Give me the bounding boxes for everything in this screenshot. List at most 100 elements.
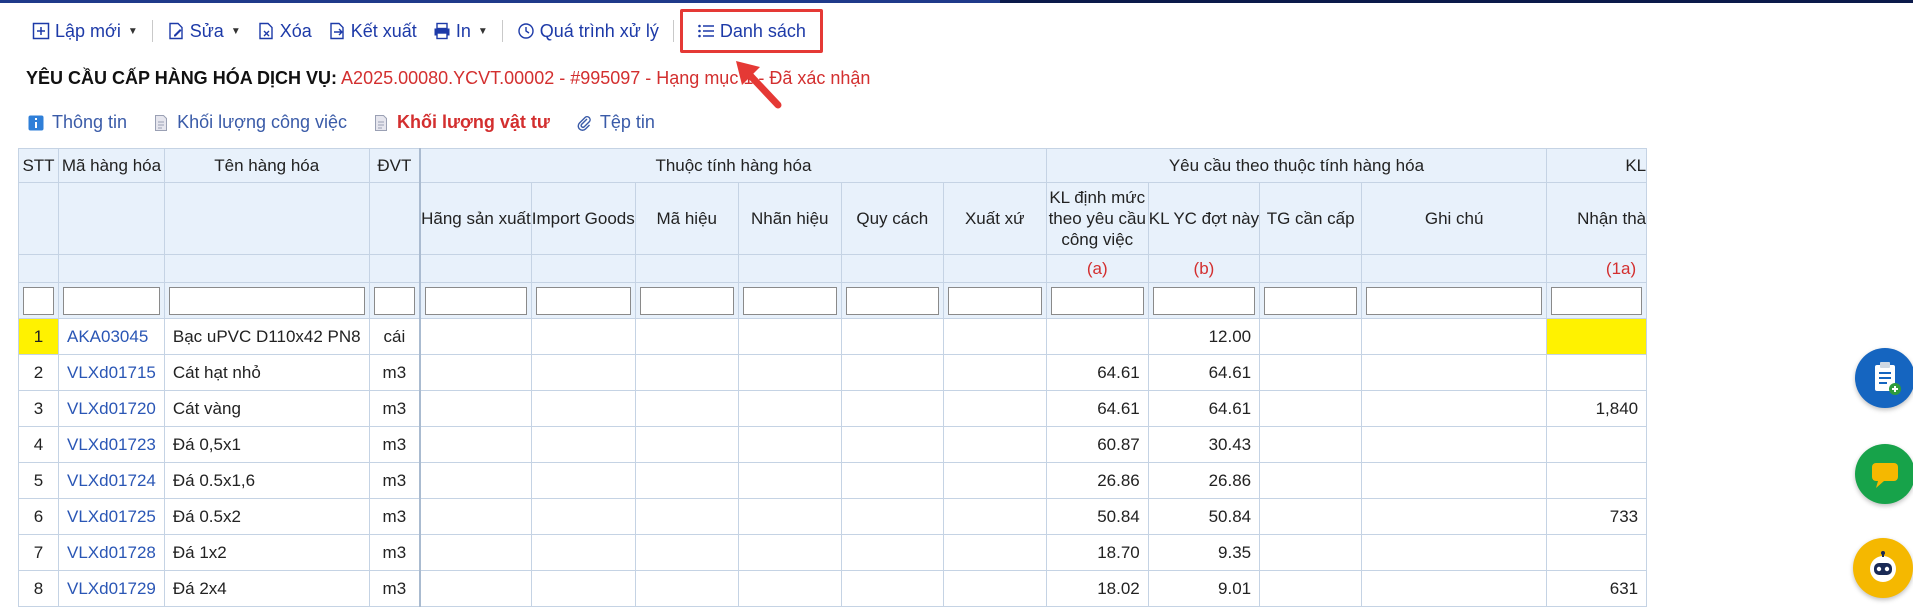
header-group-requirements: Yêu cầu theo thuộc tính hàng hóa	[1045, 148, 1548, 183]
print-button[interactable]: In ▼	[425, 14, 496, 48]
cell-model	[634, 390, 739, 427]
header-blank	[840, 254, 944, 283]
cell-code[interactable]: VLXd01728	[58, 534, 165, 571]
header-model: Mã hiệu	[634, 182, 739, 255]
filter-cell	[530, 282, 636, 319]
process-history-button[interactable]: Quá trình xử lý	[509, 14, 667, 48]
cell-received: 631	[1546, 570, 1648, 607]
table-row[interactable]: 7 VLXd01728 Đá 1x2 m3 18.70 9.35	[18, 534, 1648, 571]
cell-received	[1546, 426, 1648, 463]
tab-work-volume[interactable]: Khối lượng công việc	[153, 112, 347, 133]
cell-brand	[737, 354, 842, 391]
filter-note-input[interactable]	[1366, 286, 1543, 315]
filter-kl-req-input[interactable]	[1152, 286, 1256, 315]
cell-code[interactable]: VLXd01720	[58, 390, 165, 427]
chat-button[interactable]	[1855, 444, 1913, 504]
cell-brand	[737, 426, 842, 463]
cell-origin	[942, 354, 1047, 391]
cell-import-goods	[530, 570, 636, 607]
filter-kl-norm-input[interactable]	[1050, 286, 1144, 315]
cell-note	[1361, 462, 1548, 499]
filter-cell	[163, 282, 370, 319]
table-row[interactable]: 8 VLXd01729 Đá 2x4 m3 18.02 9.01 631	[18, 570, 1648, 607]
print-label: In	[455, 20, 471, 41]
table-row[interactable]: 3 VLXd01720 Cát vàng m3 64.61 64.61 1,840	[18, 390, 1648, 427]
cell-tg	[1259, 462, 1363, 499]
paperclip-icon	[577, 115, 591, 131]
table-row[interactable]: 1 AKA03045 Bạc uPVC D110x42 PN8 cái 12.00	[18, 318, 1648, 355]
cell-unit: m3	[368, 390, 422, 427]
filter-unit-input[interactable]	[373, 286, 416, 315]
toolbar: Lập mới ▼ Sửa ▼ Xóa Kết xuất In ▼ Quá trình…	[24, 9, 823, 53]
cell-kl-norm: 64.61	[1045, 390, 1149, 427]
header-origin: Xuất xứ	[942, 182, 1047, 255]
tab-work-volume-label: Khối lượng công việc	[177, 112, 348, 132]
cell-code[interactable]: AKA03045	[58, 318, 165, 355]
cell-spec	[840, 498, 944, 535]
filter-cell	[634, 282, 739, 319]
cell-spec	[840, 534, 944, 571]
filter-cell	[737, 282, 842, 319]
cell-code[interactable]: VLXd01715	[58, 354, 165, 391]
table-row[interactable]: 6 VLXd01725 Đá 0.5x2 m3 50.84 50.84 733	[18, 498, 1648, 535]
table-row[interactable]: 2 VLXd01715 Cát hạt nhỏ m3 64.61 64.61	[18, 354, 1648, 391]
cell-manufacturer	[419, 318, 532, 355]
header-spec: Quy cách	[840, 182, 944, 255]
cell-model	[634, 318, 739, 355]
cell-note	[1361, 426, 1548, 463]
tab-info-label: Thông tin	[52, 112, 128, 132]
tab-material-volume[interactable]: Khối lượng vật tư	[373, 112, 550, 133]
export-icon	[330, 22, 344, 40]
cell-manufacturer	[419, 570, 532, 607]
cell-stt: 4	[18, 426, 59, 463]
filter-origin-input[interactable]	[947, 286, 1042, 315]
new-button[interactable]: Lập mới ▼	[24, 14, 146, 48]
filter-spec-input[interactable]	[845, 286, 939, 315]
document-icon	[155, 114, 168, 131]
filter-manufacturer-input[interactable]	[425, 286, 527, 315]
tab-files[interactable]: Tệp tin	[576, 112, 655, 133]
header-blank	[58, 182, 165, 255]
clipboard-add-button[interactable]	[1855, 348, 1913, 408]
cell-code[interactable]: VLXd01725	[58, 498, 165, 535]
filter-code-input[interactable]	[63, 286, 160, 315]
cell-name: Cát vàng	[163, 390, 370, 427]
filter-tg-input[interactable]	[1264, 286, 1358, 315]
edit-button[interactable]: Sửa ▼	[159, 14, 249, 48]
filter-name-input[interactable]	[168, 286, 365, 315]
cell-code[interactable]: VLXd01724	[58, 462, 165, 499]
filter-model-input[interactable]	[639, 286, 734, 315]
export-button[interactable]: Kết xuất	[320, 14, 425, 48]
cell-received	[1546, 462, 1648, 499]
header-blank	[942, 254, 1047, 283]
cell-stt: 2	[18, 354, 59, 391]
header-code: Mã hàng hóa	[58, 148, 165, 183]
list-label: Danh sách	[719, 20, 806, 41]
delete-button[interactable]: Xóa	[249, 14, 320, 48]
list-button[interactable]: Danh sách	[679, 9, 823, 53]
filter-stt-input[interactable]	[23, 286, 54, 315]
cell-code[interactable]: VLXd01723	[58, 426, 165, 463]
tab-info[interactable]: Thông tin	[28, 112, 127, 133]
process-label: Quá trình xử lý	[539, 20, 659, 41]
header-blank	[18, 254, 59, 283]
cell-name: Đá 0.5x2	[163, 498, 370, 535]
cell-kl-norm: 64.61	[1045, 354, 1149, 391]
cell-spec	[840, 318, 944, 355]
cell-note	[1361, 498, 1548, 535]
robot-assistant-button[interactable]	[1853, 538, 1913, 598]
grid-body: 1 AKA03045 Bạc uPVC D110x42 PN8 cái 12.00 2 VL…	[18, 318, 1648, 607]
header-blank	[1361, 254, 1548, 283]
filter-cell	[1546, 282, 1648, 319]
chevron-down-icon: ▼	[127, 25, 138, 37]
table-row[interactable]: 4 VLXd01723 Đá 0,5x1 m3 60.87 30.43	[18, 426, 1648, 463]
filter-received-input[interactable]	[1551, 286, 1643, 315]
filter-brand-input[interactable]	[742, 286, 837, 315]
cell-code[interactable]: VLXd01729	[58, 570, 165, 607]
table-row[interactable]: 5 VLXd01724 Đá 0.5x1,6 m3 26.86 26.86	[18, 462, 1648, 499]
filter-cell	[58, 282, 165, 319]
header-mark-a: (a)	[1045, 254, 1149, 283]
cell-import-goods	[530, 498, 636, 535]
header-manufacturer: Hãng sản xuất	[419, 182, 532, 255]
filter-import-goods-input[interactable]	[535, 286, 631, 315]
